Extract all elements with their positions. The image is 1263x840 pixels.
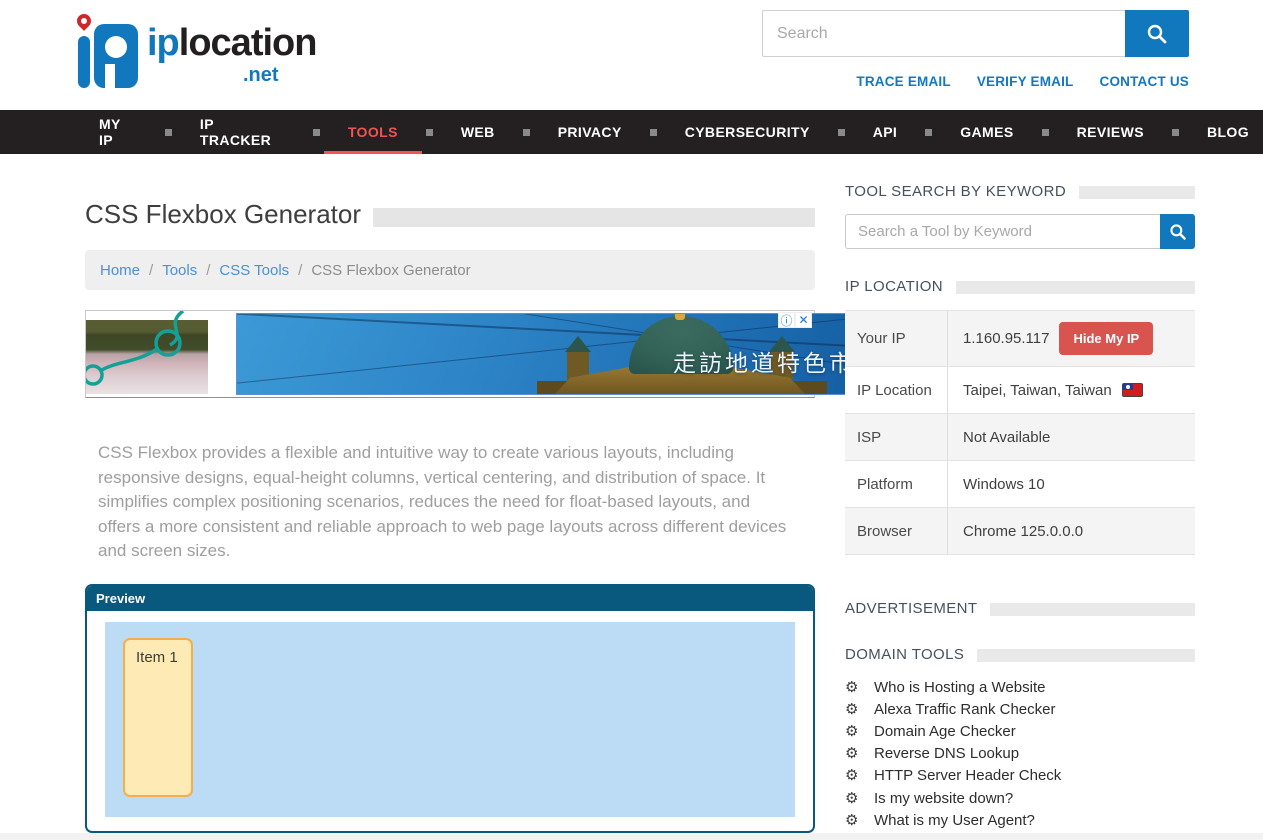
nav-item-my-ip[interactable]: MY IP bbox=[99, 110, 137, 154]
gear-icon: ⚙ bbox=[845, 813, 862, 828]
logo-text-location: location bbox=[179, 22, 317, 64]
nav-separator-square bbox=[1042, 129, 1049, 136]
ip-row-label: Platform bbox=[845, 461, 948, 507]
tool-description: CSS Flexbox provides a flexible and intu… bbox=[98, 441, 796, 564]
gear-icon: ⚙ bbox=[845, 746, 862, 761]
ip-row-label: IP Location bbox=[845, 367, 948, 413]
search-icon bbox=[1146, 23, 1168, 45]
ad-banner[interactable]: 走訪地道特色市集 ⓘ ✕ bbox=[85, 310, 815, 398]
logo-text-net: .net bbox=[243, 64, 279, 87]
tool-search-input[interactable] bbox=[845, 214, 1160, 249]
breadcrumb: Home / Tools / CSS Tools / CSS Flexbox G… bbox=[85, 250, 815, 290]
tool-search-heading: TOOL SEARCH BY KEYWORD bbox=[845, 183, 1195, 200]
nav-item-cybersecurity[interactable]: CYBERSECURITY bbox=[685, 110, 810, 154]
list-item[interactable]: ⚙ What is my User Agent? bbox=[845, 809, 1195, 831]
nav-item-web[interactable]: WEB bbox=[461, 110, 495, 154]
nav-separator-square bbox=[165, 129, 172, 136]
nav-separator-square bbox=[523, 129, 530, 136]
logo-text-ip: ip bbox=[147, 22, 179, 64]
site-header: iplocation .net TRACE EMAIL VERIFY EMAIL… bbox=[0, 0, 1263, 110]
footer-background-strip bbox=[0, 833, 1263, 840]
ip-row-label: Browser bbox=[845, 508, 948, 554]
table-row: Platform Windows 10 bbox=[845, 461, 1195, 508]
nav-separator-square bbox=[426, 129, 433, 136]
ad-route-graphic bbox=[86, 311, 221, 399]
nav-separator-square bbox=[1172, 129, 1179, 136]
nav-item-reviews[interactable]: REVIEWS bbox=[1077, 110, 1144, 154]
gear-icon: ⚙ bbox=[845, 680, 862, 695]
main-nav: MY IP IP TRACKER TOOLS WEB PRIVACY CYBER… bbox=[0, 110, 1263, 154]
nav-item-api[interactable]: API bbox=[873, 110, 898, 154]
verify-email-link[interactable]: VERIFY EMAIL bbox=[977, 74, 1074, 89]
ip-row-label: ISP bbox=[845, 414, 948, 460]
page-title-row: CSS Flexbox Generator bbox=[85, 199, 815, 230]
taiwan-flag-icon bbox=[1122, 383, 1143, 397]
ip-location-value: Taipei, Taiwan, Taiwan bbox=[963, 382, 1112, 399]
advertisement-heading: ADVERTISEMENT bbox=[845, 600, 1195, 617]
list-item[interactable]: ⚙ Who is Hosting a Website bbox=[845, 676, 1195, 698]
list-item[interactable]: ⚙ Domain Age Checker bbox=[845, 720, 1195, 742]
header-search-button[interactable] bbox=[1125, 10, 1189, 57]
ip-row-label: Your IP bbox=[845, 311, 948, 366]
header-search-input[interactable] bbox=[762, 10, 1125, 57]
gear-icon: ⚙ bbox=[845, 768, 862, 783]
nav-separator-square bbox=[925, 129, 932, 136]
ad-info-icon[interactable]: ⓘ bbox=[778, 312, 795, 328]
isp-value: Not Available bbox=[948, 414, 1195, 460]
table-row: ISP Not Available bbox=[845, 414, 1195, 461]
nav-item-privacy[interactable]: PRIVACY bbox=[558, 110, 622, 154]
preview-panel: Preview Item 1 bbox=[85, 584, 815, 833]
hide-my-ip-button[interactable]: Hide My IP bbox=[1059, 322, 1153, 355]
browser-value: Chrome 125.0.0.0 bbox=[948, 508, 1195, 554]
gear-icon: ⚙ bbox=[845, 791, 862, 806]
domain-tools-list: ⚙ Who is Hosting a Website ⚙ Alexa Traff… bbox=[845, 676, 1195, 831]
nav-item-ip-tracker[interactable]: IP TRACKER bbox=[200, 110, 285, 154]
list-item[interactable]: ⚙ Alexa Traffic Rank Checker bbox=[845, 698, 1195, 720]
ip-location-heading: IP LOCATION bbox=[845, 278, 1195, 295]
list-item[interactable]: ⚙ Reverse DNS Lookup bbox=[845, 743, 1195, 765]
list-item[interactable]: ⚙ HTTP Server Header Check bbox=[845, 765, 1195, 787]
gear-icon: ⚙ bbox=[845, 702, 862, 717]
breadcrumb-current: CSS Flexbox Generator bbox=[311, 262, 470, 279]
table-row: Your IP 1.160.95.117 Hide My IP bbox=[845, 311, 1195, 367]
preview-header: Preview bbox=[87, 586, 813, 611]
gear-icon: ⚙ bbox=[845, 724, 862, 739]
nav-separator-square bbox=[838, 129, 845, 136]
nav-item-tools[interactable]: TOOLS bbox=[348, 110, 398, 154]
search-icon bbox=[1169, 223, 1187, 241]
flexbox-item-1[interactable]: Item 1 bbox=[123, 638, 193, 797]
breadcrumb-tools[interactable]: Tools bbox=[162, 262, 197, 279]
domain-tools-heading: DOMAIN TOOLS bbox=[845, 646, 1195, 663]
breadcrumb-home[interactable]: Home bbox=[100, 262, 140, 279]
table-row: IP Location Taipei, Taiwan, Taiwan bbox=[845, 367, 1195, 414]
header-search bbox=[762, 10, 1189, 57]
page-title: CSS Flexbox Generator bbox=[85, 199, 361, 230]
site-logo[interactable]: iplocation .net bbox=[75, 8, 335, 94]
logo-ip-icon bbox=[75, 14, 139, 88]
ad-close-icon[interactable]: ✕ bbox=[795, 312, 812, 328]
ip-location-table: Your IP 1.160.95.117 Hide My IP IP Locat… bbox=[845, 310, 1195, 555]
map-pin-icon bbox=[74, 11, 94, 31]
breadcrumb-css-tools[interactable]: CSS Tools bbox=[219, 262, 289, 279]
tool-search bbox=[845, 214, 1195, 249]
nav-separator-square bbox=[650, 129, 657, 136]
nav-separator-square bbox=[313, 129, 320, 136]
tool-search-button[interactable] bbox=[1160, 214, 1195, 249]
flexbox-preview-container: Item 1 bbox=[105, 622, 795, 817]
nav-item-blog[interactable]: BLOG bbox=[1207, 110, 1249, 154]
list-item[interactable]: ⚙ Is my website down? bbox=[845, 787, 1195, 809]
platform-value: Windows 10 bbox=[948, 461, 1195, 507]
header-links: TRACE EMAIL VERIFY EMAIL CONTACT US bbox=[762, 74, 1189, 89]
nav-item-games[interactable]: GAMES bbox=[960, 110, 1013, 154]
contact-us-link[interactable]: CONTACT US bbox=[1100, 74, 1190, 89]
trace-email-link[interactable]: TRACE EMAIL bbox=[856, 74, 950, 89]
title-decoration-bar bbox=[373, 208, 815, 227]
your-ip-value: 1.160.95.117 bbox=[963, 330, 1049, 347]
table-row: Browser Chrome 125.0.0.0 bbox=[845, 508, 1195, 555]
